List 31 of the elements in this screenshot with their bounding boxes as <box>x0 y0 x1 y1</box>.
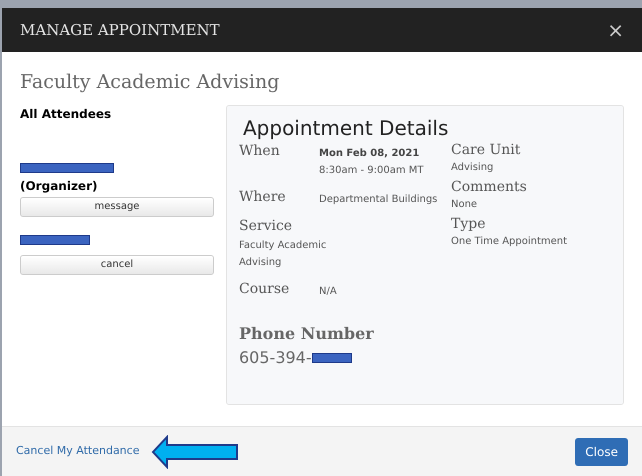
details-title: Appointment Details <box>243 116 450 140</box>
field-value: Departmental Buildings <box>319 192 438 206</box>
field-value: Advising <box>451 160 494 174</box>
attendee-button[interactable]: cancel <box>20 254 214 274</box>
attendee-role: (Organizer) <box>20 178 98 194</box>
attendees-title: All Attendees <box>20 106 112 122</box>
redaction-bar <box>20 234 90 244</box>
field-value: N/A <box>319 284 337 298</box>
close-footer-button[interactable]: Close <box>575 438 628 466</box>
field-label: Course <box>239 280 290 298</box>
field-value: Advising <box>239 256 282 270</box>
window-title: MANAGE APPOINTMENT <box>20 20 220 41</box>
field-value: None <box>451 198 478 212</box>
field-label: When <box>239 142 281 160</box>
arrow-icon <box>151 434 240 468</box>
cancel-attendance-link[interactable]: Cancel My Attendance <box>16 443 140 460</box>
field-value: Mon Feb 08, 2021 <box>319 146 420 160</box>
field-value: One Time Appointment <box>451 234 568 248</box>
phone-label: Phone Number <box>239 322 375 344</box>
redaction-bar <box>312 352 352 362</box>
field-label: Type <box>451 214 486 232</box>
field-label: Where <box>239 188 287 206</box>
phone-number: 605-394- <box>239 346 312 368</box>
close-button[interactable]: × <box>607 20 624 40</box>
attendee-button[interactable]: message <box>20 196 214 216</box>
field-label: Service <box>239 216 294 236</box>
field-label: Care Unit <box>451 140 522 158</box>
page-heading: Faculty Academic Advising <box>20 70 280 95</box>
field-label: Comments <box>451 178 528 196</box>
field-value: 8:30am - 9:00am MT <box>319 164 424 178</box>
field-value: Faculty Academic <box>239 238 328 252</box>
